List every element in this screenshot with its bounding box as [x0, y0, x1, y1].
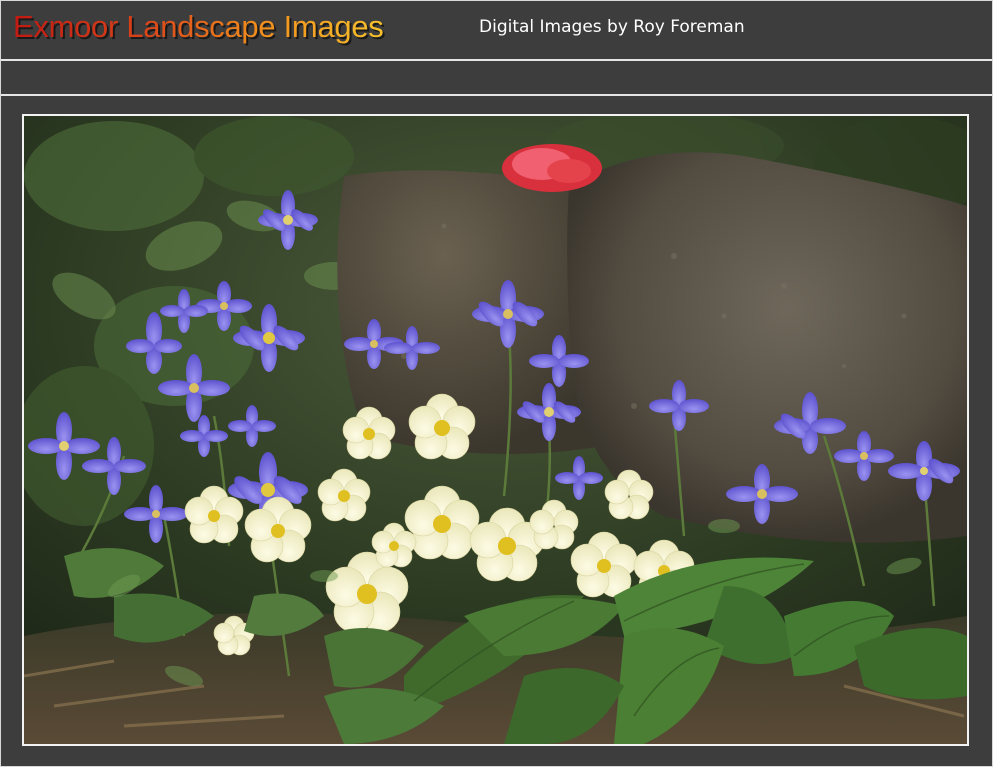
site-subtitle: Digital Images by Roy Foreman: [479, 17, 745, 37]
spring-flowers-photo: [24, 116, 967, 744]
navigation-bar: [1, 61, 992, 96]
red-flower: [502, 144, 602, 192]
page: Exmoor Landscape Images Exmoor Landscape…: [0, 0, 993, 767]
main-photo: [22, 114, 969, 746]
site-title[interactable]: Exmoor Landscape Images: [13, 9, 384, 45]
site-header: Exmoor Landscape Images Exmoor Landscape…: [1, 1, 992, 61]
